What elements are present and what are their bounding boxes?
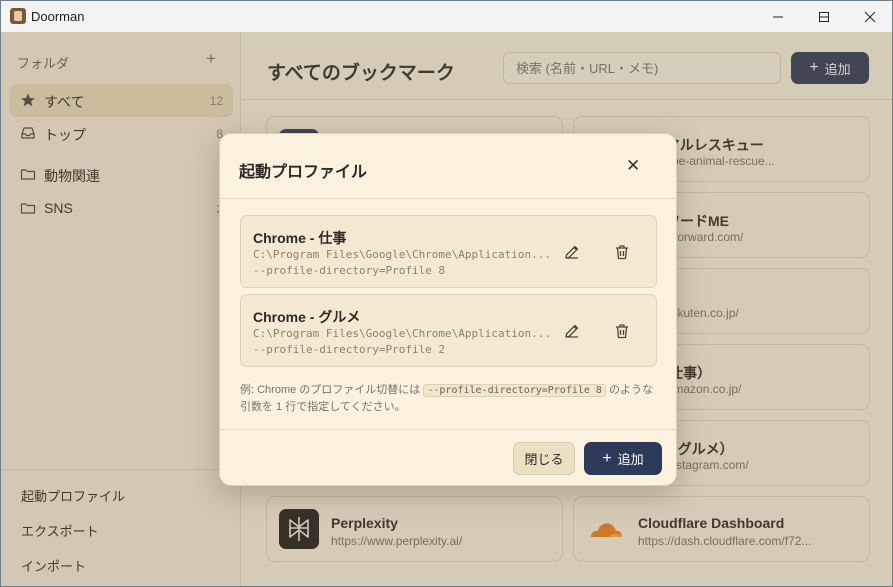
hint-code: --profile-directory=Profile 8 [423,384,606,397]
dialog-title: 起動プロファイル [239,164,368,181]
hint-line2: 引数を 1 行で指定してください。 [240,401,406,413]
close-dialog-button[interactable]: ✕ [626,156,640,176]
hint-suffix: のような [609,384,654,396]
pencil-icon[interactable] [563,322,581,340]
app-window: Doorman フォルダ + すべて 12 トップ 8 動物関連 SNS 起動プ… [0,0,893,587]
close-button[interactable]: 閉じる [513,442,575,475]
profile-path: C:\Program Files\Google\Chrome\Applicati… [253,327,552,340]
close-window-button[interactable] [847,1,892,32]
maximize-icon [819,11,829,22]
hint-text: 例: Chrome のプロファイル切替には --profile-director… [240,382,660,415]
app-logo-icon [10,8,26,24]
close-icon [864,11,876,22]
profile-path: C:\Program Files\Google\Chrome\Applicati… [253,248,552,261]
pencil-icon[interactable] [563,243,581,261]
minimize-button-2[interactable] [755,1,801,32]
add-profile-label: 追加 [617,452,644,467]
add-profile-button[interactable]: + 追加 [584,442,662,475]
profile-name: Chrome - 仕事 [253,230,347,246]
profile-item: Chrome - 仕事 C:\Program Files\Google\Chro… [240,215,657,288]
plus-icon: + [602,449,612,467]
profile-name: Chrome - グルメ [253,309,361,325]
maximize-button[interactable] [801,1,847,32]
dialog-header-divider [220,198,676,199]
dialog-footer-divider [220,429,676,430]
profile-args: --profile-directory=Profile 8 [253,264,446,277]
profile-item: Chrome - グルメ C:\Program Files\Google\Chr… [240,294,657,367]
trash-icon[interactable] [613,322,631,340]
minimize-icon [773,16,783,17]
hint-prefix: 例: Chrome のプロファイル切替には [240,384,421,396]
app-content: フォルダ + すべて 12 トップ 8 動物関連 SNS 2 [1,32,892,586]
launch-profiles-dialog: 起動プロファイル ✕ Chrome - 仕事 C:\Program Files\… [219,133,677,486]
window-title: Doorman [31,9,85,24]
profile-args: --profile-directory=Profile 2 [253,343,446,356]
trash-icon[interactable] [613,243,631,261]
